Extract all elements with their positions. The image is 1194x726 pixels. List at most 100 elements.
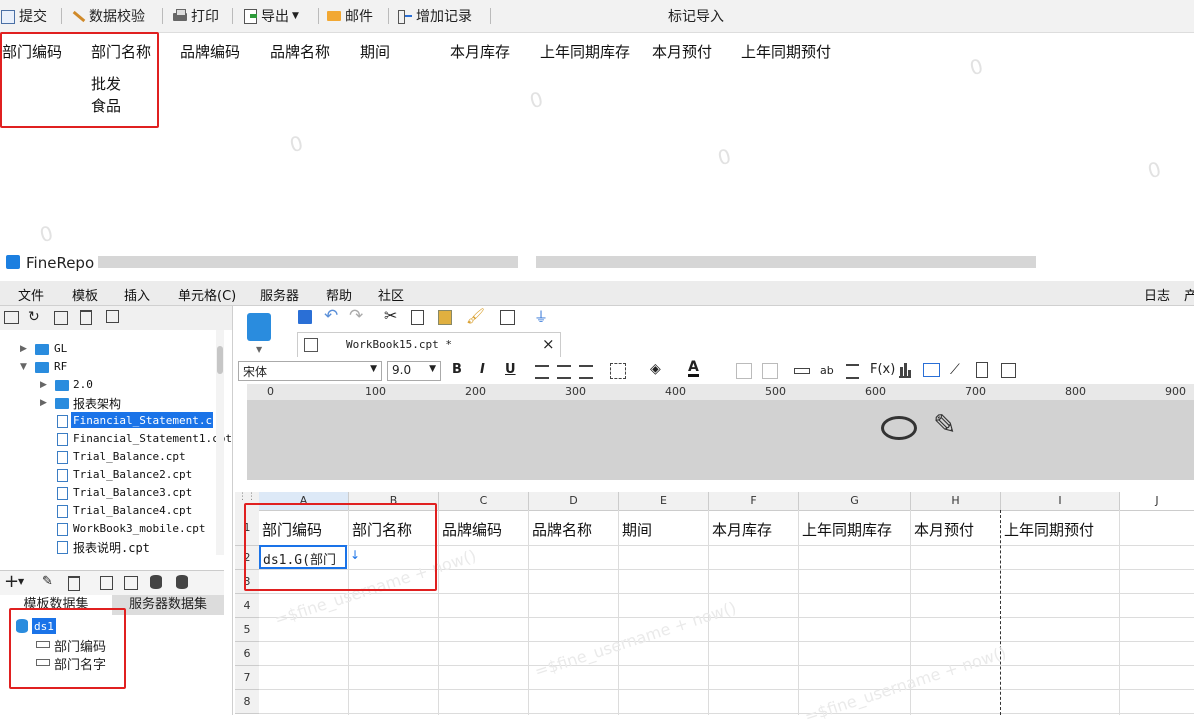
grid-cell[interactable]: 本月库存 bbox=[712, 519, 772, 540]
new-folder-icon[interactable] bbox=[4, 311, 19, 324]
tree-file[interactable]: 报表说明.cpt bbox=[73, 539, 150, 556]
menu-help[interactable]: 帮助 bbox=[326, 285, 352, 304]
column-header-c[interactable]: C bbox=[439, 492, 529, 510]
close-icon[interactable]: × bbox=[542, 335, 555, 353]
add-record-button[interactable]: 增加记录 bbox=[397, 6, 472, 26]
sub-report-icon[interactable] bbox=[976, 362, 988, 378]
image-icon[interactable] bbox=[923, 363, 940, 377]
search-icon[interactable] bbox=[500, 310, 515, 325]
print-button[interactable]: 打印 bbox=[172, 6, 219, 26]
font-name-select[interactable]: 宋体 ▼ bbox=[238, 361, 382, 381]
expand-icon[interactable]: ▶ bbox=[40, 398, 47, 408]
column-header-d[interactable]: D bbox=[529, 492, 619, 510]
tree-file[interactable]: Financial_Statement1.cpt bbox=[73, 432, 232, 445]
menu-server[interactable]: 服务器 bbox=[260, 285, 299, 304]
add-dataset-icon[interactable]: + bbox=[4, 571, 19, 592]
fill-color-icon[interactable]: ◈ bbox=[650, 361, 661, 377]
dataset-params-icon[interactable] bbox=[124, 576, 138, 590]
tree-scrollbar[interactable] bbox=[216, 330, 224, 555]
chevron-down-icon[interactable]: ▼ bbox=[256, 345, 262, 354]
align-right-icon[interactable] bbox=[579, 365, 593, 379]
submit-button[interactable]: 提交 bbox=[0, 6, 47, 26]
grid-cell[interactable]: 品牌编码 bbox=[442, 519, 502, 540]
plugin-icon[interactable]: ⏚ bbox=[534, 307, 548, 327]
list-icon[interactable] bbox=[846, 364, 859, 379]
tree-item-folder[interactable]: 报表架构 bbox=[73, 395, 121, 412]
row-header[interactable]: 5 bbox=[235, 618, 259, 642]
tab-server-dataset[interactable]: 服务器数据集 bbox=[112, 595, 224, 615]
eye-off-icon[interactable] bbox=[881, 416, 917, 440]
template-icon[interactable] bbox=[247, 313, 271, 341]
database-icon[interactable] bbox=[150, 575, 162, 589]
row-header[interactable]: 6 bbox=[235, 642, 259, 666]
row-header[interactable]: 8 bbox=[235, 690, 259, 714]
copy-icon[interactable] bbox=[411, 310, 424, 325]
tree-item-gl[interactable]: GL bbox=[54, 342, 67, 355]
menu-file[interactable]: 文件 bbox=[18, 285, 44, 304]
format-painter-icon[interactable]: 🖌 bbox=[466, 307, 485, 325]
mail-button[interactable]: 邮件 bbox=[326, 6, 373, 26]
redo-icon[interactable]: ↷ bbox=[349, 306, 363, 326]
chart-icon[interactable] bbox=[899, 362, 911, 378]
tree-file[interactable]: Trial_Balance2.cpt bbox=[73, 468, 192, 481]
database-remove-icon[interactable] bbox=[176, 575, 188, 589]
split-cells-icon[interactable] bbox=[762, 363, 778, 379]
align-left-icon[interactable] bbox=[535, 365, 549, 379]
expand-icon[interactable]: ▶ bbox=[40, 380, 47, 390]
refresh-icon[interactable]: ↻ bbox=[28, 309, 40, 325]
font-size-select[interactable]: 9.0 ▼ bbox=[387, 361, 441, 381]
italic-button[interactable]: I bbox=[480, 362, 485, 377]
menu-community[interactable]: 社区 bbox=[378, 285, 404, 304]
font-color-icon[interactable]: A bbox=[688, 360, 699, 377]
grid-cell[interactable]: 上年同期预付 bbox=[1004, 519, 1094, 540]
label-icon[interactable]: ab bbox=[820, 364, 834, 377]
frame-icon[interactable] bbox=[1001, 363, 1016, 378]
menu-cell[interactable]: 单元格(C) bbox=[178, 285, 236, 304]
delete-icon[interactable] bbox=[80, 310, 92, 325]
column-header-h[interactable]: H bbox=[911, 492, 1001, 510]
column-header-e[interactable]: E bbox=[619, 492, 709, 510]
border-icon[interactable] bbox=[610, 363, 626, 379]
edit-icon[interactable]: ✎ bbox=[42, 574, 53, 589]
collapse-icon[interactable]: ▼ bbox=[20, 362, 27, 372]
underline-button[interactable]: U bbox=[505, 362, 516, 377]
copy-icon[interactable] bbox=[106, 310, 119, 323]
mark-import-button[interactable]: 标记导入 bbox=[668, 6, 724, 26]
column-header-g[interactable]: G bbox=[799, 492, 911, 510]
slash-icon[interactable]: ⟋ bbox=[950, 362, 960, 378]
grid-cell[interactable]: 期间 bbox=[622, 519, 652, 540]
export-button[interactable]: 导出 ▼ bbox=[242, 6, 299, 26]
tree-file[interactable]: Trial_Balance.cpt bbox=[73, 450, 186, 463]
column-header-i[interactable]: I bbox=[1001, 492, 1120, 510]
formula-icon[interactable]: F(x) bbox=[870, 362, 895, 377]
text-field-icon[interactable] bbox=[794, 368, 810, 374]
save-icon[interactable] bbox=[298, 310, 312, 324]
menu-log[interactable]: 日志 bbox=[1144, 285, 1170, 304]
data-verify-button[interactable]: 数据校验 bbox=[70, 6, 145, 26]
merge-cells-icon[interactable] bbox=[736, 363, 752, 379]
menu-product[interactable]: 产 bbox=[1184, 285, 1194, 304]
tree-file[interactable]: WorkBook3_mobile.cpt bbox=[73, 522, 205, 535]
row-header[interactable]: 4 bbox=[235, 594, 259, 618]
tree-item-rf[interactable]: RF bbox=[54, 360, 67, 373]
grid-cell[interactable]: 上年同期库存 bbox=[802, 519, 892, 540]
locate-icon[interactable] bbox=[54, 311, 68, 325]
row-header[interactable]: 7 bbox=[235, 666, 259, 690]
bold-button[interactable]: B bbox=[452, 362, 462, 377]
tree-file[interactable]: Financial_Statement.cpt bbox=[73, 414, 225, 427]
menu-template[interactable]: 模板 bbox=[72, 285, 98, 304]
expand-icon[interactable]: ▶ bbox=[20, 344, 27, 354]
menu-insert[interactable]: 插入 bbox=[124, 285, 150, 304]
pencil-icon[interactable]: ✎ bbox=[933, 408, 956, 441]
preview-dataset-icon[interactable] bbox=[100, 576, 113, 590]
tree-file[interactable]: Trial_Balance3.cpt bbox=[73, 486, 192, 499]
tree-file[interactable]: Trial_Balance4.cpt bbox=[73, 504, 192, 517]
undo-icon[interactable]: ↶ bbox=[324, 306, 338, 326]
chevron-down-icon[interactable]: ▼ bbox=[18, 577, 24, 586]
paste-icon[interactable] bbox=[438, 310, 452, 325]
align-center-icon[interactable] bbox=[557, 365, 571, 379]
tree-item-folder[interactable]: 2.0 bbox=[73, 378, 93, 391]
grid-cell[interactable]: 本月预付 bbox=[914, 519, 974, 540]
column-header-j[interactable]: J bbox=[1120, 492, 1194, 510]
grid-cell[interactable]: 品牌名称 bbox=[532, 519, 592, 540]
